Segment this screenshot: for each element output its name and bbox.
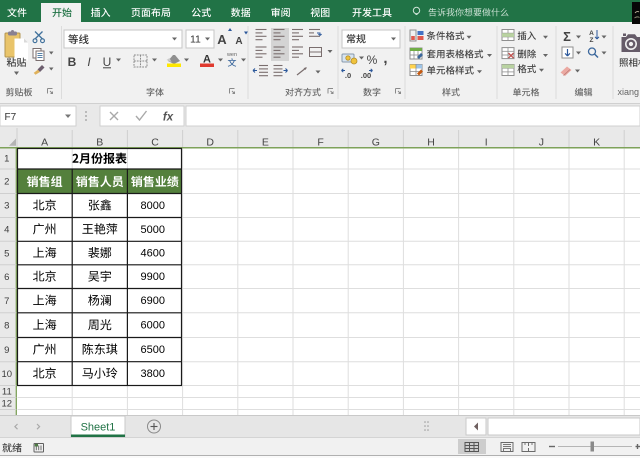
svg-text:B: B bbox=[96, 137, 103, 149]
svg-text:U: U bbox=[103, 55, 112, 69]
svg-text:C: C bbox=[151, 137, 159, 149]
svg-text:7: 7 bbox=[4, 296, 9, 307]
svg-text:A: A bbox=[235, 36, 242, 47]
svg-text:wen: wen bbox=[226, 52, 237, 58]
svg-text:4600: 4600 bbox=[141, 248, 165, 260]
svg-text:9900: 9900 bbox=[141, 271, 165, 283]
svg-text:A: A bbox=[589, 30, 594, 37]
svg-text:xiang: xiang bbox=[618, 87, 640, 97]
svg-text:Sheet1: Sheet1 bbox=[81, 422, 116, 434]
svg-text:11: 11 bbox=[2, 387, 12, 398]
svg-text:K: K bbox=[593, 137, 600, 149]
svg-text:.0: .0 bbox=[345, 71, 351, 80]
svg-text:Σ: Σ bbox=[563, 29, 571, 44]
svg-text:F: F bbox=[317, 137, 323, 149]
svg-text:5: 5 bbox=[4, 248, 9, 259]
svg-text:8000: 8000 bbox=[141, 200, 165, 212]
svg-text:%: % bbox=[367, 53, 378, 67]
svg-text:8: 8 bbox=[4, 320, 9, 331]
svg-text:6000: 6000 bbox=[141, 320, 165, 332]
svg-text:I: I bbox=[485, 137, 488, 149]
svg-text:G: G bbox=[372, 137, 380, 149]
svg-text:F7: F7 bbox=[5, 112, 17, 123]
svg-text:3: 3 bbox=[4, 201, 9, 212]
svg-text:3800: 3800 bbox=[141, 368, 165, 380]
svg-text:6900: 6900 bbox=[141, 295, 165, 307]
svg-text:D: D bbox=[206, 137, 214, 149]
svg-text:4: 4 bbox=[4, 225, 9, 236]
svg-text:2: 2 bbox=[4, 176, 9, 187]
svg-text:11: 11 bbox=[190, 34, 201, 46]
svg-text:10: 10 bbox=[2, 369, 13, 380]
svg-text:Z: Z bbox=[590, 37, 594, 44]
svg-text:5000: 5000 bbox=[141, 224, 165, 236]
svg-text:.00: .00 bbox=[361, 71, 371, 80]
svg-text:A: A bbox=[217, 32, 227, 47]
svg-text:A: A bbox=[41, 137, 48, 149]
svg-text:fx: fx bbox=[163, 112, 174, 124]
svg-text:,: , bbox=[383, 50, 387, 67]
svg-text:6: 6 bbox=[4, 272, 9, 283]
svg-text:1: 1 bbox=[4, 154, 9, 165]
svg-text:J: J bbox=[539, 137, 544, 149]
svg-text:E: E bbox=[262, 137, 269, 149]
svg-text:H: H bbox=[427, 137, 435, 149]
svg-text:B: B bbox=[68, 55, 77, 69]
svg-text:6500: 6500 bbox=[141, 344, 165, 356]
svg-text:12: 12 bbox=[2, 399, 13, 410]
svg-text:9: 9 bbox=[4, 345, 9, 356]
